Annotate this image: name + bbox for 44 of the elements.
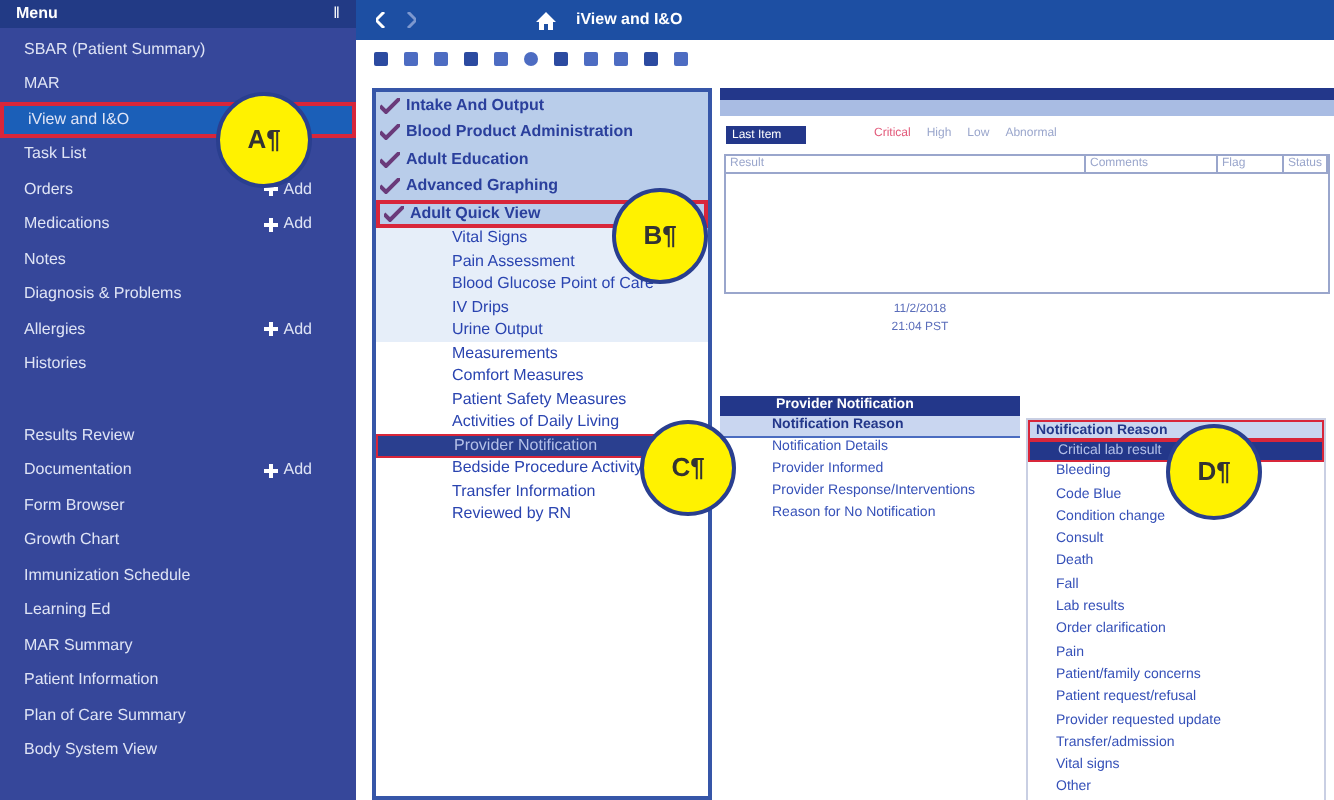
checkmark-icon [379,97,400,114]
band-item[interactable]: Blood Product Administration [375,119,708,146]
section-item[interactable]: Comfort Measures [375,365,708,388]
add-link[interactable]: Add [263,212,312,237]
menu-item[interactable]: SBAR (Patient Summary) [0,32,230,67]
menu-item[interactable]: Plan of Care Summary [0,698,210,733]
plus-icon [263,322,278,337]
callout-tooltip: C¶ [640,420,736,516]
add-link[interactable]: Add [263,317,312,342]
checkmark-icon [383,205,404,222]
section-item[interactable]: Patient Safety Measures [375,388,708,411]
menu-item[interactable]: Allergies Add [0,312,356,347]
band-item[interactable]: Intake And Output [375,92,708,119]
section-item[interactable]: Measurements [375,342,708,365]
home-icon[interactable] [535,11,556,29]
menu-title: Menu [16,2,58,26]
menu-item[interactable]: Immunization Schedule [0,558,215,593]
menu-item[interactable]: Results Review [0,418,159,453]
menu-item[interactable]: Notes [0,242,90,277]
forward-icon[interactable] [405,12,416,28]
section-item[interactable]: IV Drips [375,296,708,319]
menu-item[interactable]: Documentation Add [0,453,356,488]
plus-icon [263,217,278,232]
menu-item[interactable]: MAR [0,67,84,102]
menu-item[interactable]: Histories [0,347,111,382]
band-item[interactable]: Adult Education [375,146,708,173]
checkmark-icon [379,151,400,168]
menu-item[interactable]: Medications Add [0,207,356,242]
menu-item[interactable]: Body System View [0,733,182,768]
back-icon[interactable] [375,12,386,28]
add-link[interactable]: Add [263,458,312,483]
menu-item[interactable]: Task List [0,137,111,172]
menu-item[interactable]: Patient Information [0,663,183,698]
page-title: iView and I&O [575,8,683,32]
menu-item[interactable]: Growth Chart [0,523,144,558]
checkmark-icon [379,178,400,195]
checkmark-icon [379,124,400,141]
menu-item[interactable]: Diagnosis & Problems [0,277,206,312]
pin-icon[interactable]: ǁ [333,2,340,26]
section-item[interactable]: Urine Output [375,319,708,342]
menu-item[interactable]: Form Browser [0,488,149,523]
plus-icon [263,463,278,478]
menu-item[interactable]: MAR Summary [0,628,157,663]
menu-item[interactable]: Learning Ed [0,593,135,628]
